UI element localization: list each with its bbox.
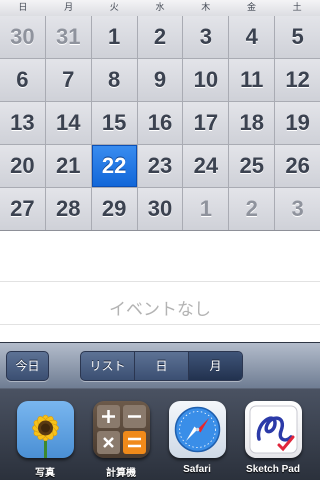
day-cell-today[interactable]: 22 <box>91 145 137 187</box>
day-cell[interactable]: 5 <box>275 16 320 58</box>
calculator-app-label: 計算機 <box>106 468 136 479</box>
day-cell[interactable]: 9 <box>137 59 183 101</box>
day-cell[interactable]: 31 <box>45 16 91 58</box>
safari-app[interactable]: Safari <box>167 401 227 479</box>
day-cell[interactable]: 3 <box>183 16 229 58</box>
day-cell[interactable]: 25 <box>229 145 275 187</box>
day-cell[interactable]: 1 <box>183 188 229 230</box>
day-cell[interactable]: 17 <box>183 102 229 144</box>
day-cell[interactable]: 14 <box>45 102 91 144</box>
weekday-tue: 火 <box>109 3 119 13</box>
bottom-toolbar: 今日 リスト 日 月 <box>0 342 320 388</box>
calculator-icon <box>92 401 150 458</box>
no-events-label: イベントなし <box>109 300 211 320</box>
sketch-pad-app-label: Sketch Pad <box>246 464 300 475</box>
list-view-tab[interactable]: リスト <box>81 352 135 380</box>
today-button[interactable]: 今日 <box>6 351 49 381</box>
day-cell[interactable]: 13 <box>0 102 45 144</box>
day-cell[interactable]: 28 <box>45 188 91 230</box>
divider <box>0 281 320 282</box>
day-cell[interactable]: 15 <box>91 102 137 144</box>
safari-app-label: Safari <box>183 464 211 475</box>
day-cell[interactable]: 11 <box>229 59 275 101</box>
day-cell[interactable]: 2 <box>137 16 183 58</box>
weekday-fri: 金 <box>246 3 256 13</box>
sketch-pen-icon <box>244 401 302 458</box>
photos-app-label: 写真 <box>35 468 55 479</box>
day-cell[interactable]: 3 <box>275 188 320 230</box>
day-view-tab[interactable]: 日 <box>135 352 189 380</box>
day-cell[interactable]: 7 <box>45 59 91 101</box>
divider <box>0 324 320 325</box>
app-switcher-dock: 写真 計算機 Safari Sketch Pad <box>0 388 320 480</box>
day-cell[interactable]: 1 <box>91 16 137 58</box>
weekday-mon: 月 <box>64 3 74 13</box>
weekday-sun: 日 <box>18 3 28 13</box>
day-cell[interactable]: 29 <box>91 188 137 230</box>
weekday-header: 日 月 火 水 木 金 土 <box>0 0 320 16</box>
event-list: イベントなし <box>0 230 320 342</box>
sunflower-icon <box>16 401 74 458</box>
day-cell[interactable]: 24 <box>183 145 229 187</box>
sketch-pad-app[interactable]: Sketch Pad <box>243 401 303 479</box>
day-cell[interactable]: 19 <box>275 102 320 144</box>
day-cell[interactable]: 16 <box>137 102 183 144</box>
weekday-thu: 木 <box>201 3 211 13</box>
day-cell[interactable]: 27 <box>0 188 45 230</box>
day-cell[interactable]: 30 <box>0 16 45 58</box>
day-cell[interactable]: 23 <box>137 145 183 187</box>
day-cell[interactable]: 12 <box>275 59 320 101</box>
month-grid: 30 31 1 2 3 4 5 6 7 8 9 10 11 12 13 14 15 16 17 18 19 20 21 22 2… <box>0 16 320 230</box>
day-cell[interactable]: 30 <box>137 188 183 230</box>
weekday-wed: 水 <box>155 3 165 13</box>
day-cell[interactable]: 26 <box>275 145 320 187</box>
day-cell[interactable]: 6 <box>0 59 45 101</box>
day-cell[interactable]: 18 <box>229 102 275 144</box>
photos-app[interactable]: 写真 <box>15 401 75 479</box>
day-cell[interactable]: 10 <box>183 59 229 101</box>
day-cell[interactable]: 4 <box>229 16 275 58</box>
day-cell[interactable]: 20 <box>0 145 45 187</box>
calculator-app[interactable]: 計算機 <box>91 401 151 479</box>
month-view-tab[interactable]: 月 <box>189 352 242 380</box>
weekday-sat: 土 <box>292 3 302 13</box>
view-segmented-control: リスト 日 月 <box>80 351 243 381</box>
day-cell[interactable]: 21 <box>45 145 91 187</box>
compass-icon <box>168 401 226 458</box>
day-cell[interactable]: 2 <box>229 188 275 230</box>
day-cell[interactable]: 8 <box>91 59 137 101</box>
